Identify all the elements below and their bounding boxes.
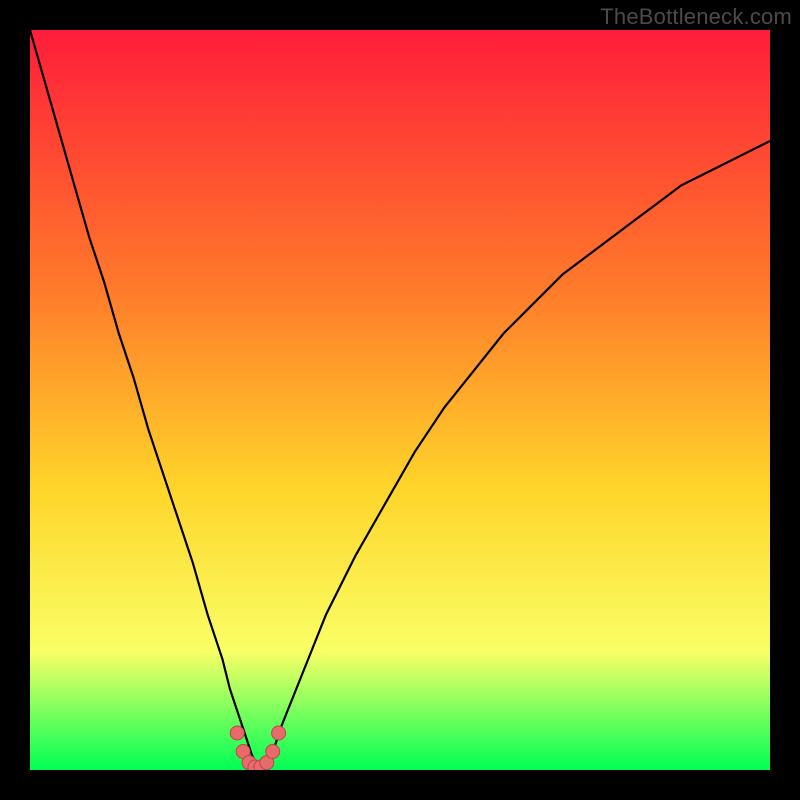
watermark-text: TheBottleneck.com bbox=[600, 4, 792, 30]
bottleneck-chart-svg bbox=[30, 30, 770, 770]
chart-frame: TheBottleneck.com bbox=[0, 0, 800, 800]
marker-point bbox=[272, 726, 286, 740]
marker-point bbox=[266, 745, 280, 759]
plot-area bbox=[30, 30, 770, 770]
marker-point bbox=[230, 726, 244, 740]
